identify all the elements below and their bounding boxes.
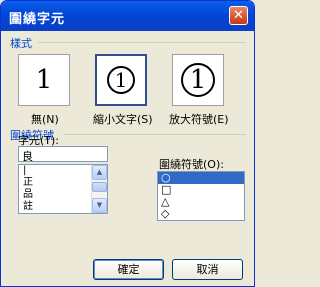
- ok-button[interactable]: 確定: [93, 259, 164, 280]
- enclosure-group-divider: [63, 134, 246, 135]
- text-list-scrollbar[interactable]: ▲ ▼: [91, 165, 107, 213]
- symbol-list-label: 圍繞符號(O):: [159, 158, 224, 171]
- style-none-preview: 1: [35, 65, 53, 95]
- style-none-option[interactable]: 1: [18, 54, 70, 106]
- scroll-thumb[interactable]: [92, 182, 107, 192]
- style-enlarge-symbol-option[interactable]: 1: [172, 54, 224, 106]
- style-shrink-text-caption[interactable]: 縮小文字(S): [93, 111, 153, 127]
- style-enlarge-symbol-caption[interactable]: 放大符號(E): [169, 111, 229, 127]
- style-group-divider: [38, 42, 246, 43]
- style-shrink-text-preview: 1: [114, 68, 128, 92]
- style-shrink-text-option[interactable]: 1: [95, 54, 147, 106]
- text-input[interactable]: 良: [18, 146, 108, 163]
- enclose-characters-dialog: 圍繞字元 ✕ 樣式 1 1 1 無(N) 縮小文字(S) 放大符號(E) 圍繞符…: [0, 0, 255, 287]
- style-enlarge-symbol-preview: 1: [189, 65, 207, 95]
- list-item[interactable]: △: [158, 196, 244, 208]
- symbol-list[interactable]: ○ □ △ ◇: [157, 171, 245, 221]
- text-list[interactable]: | 正 品 註 ▲ ▼: [18, 164, 108, 214]
- style-none-caption[interactable]: 無(N): [31, 111, 59, 127]
- dialog-title: 圍繞字元: [9, 12, 66, 27]
- style-group-label: 樣式: [10, 37, 32, 50]
- list-item[interactable]: □: [158, 184, 244, 196]
- list-item[interactable]: ◇: [158, 208, 244, 220]
- scroll-down-button[interactable]: ▼: [92, 198, 107, 213]
- title-bar[interactable]: 圍繞字元 ✕: [1, 1, 254, 31]
- close-button[interactable]: ✕: [229, 6, 248, 25]
- cancel-button[interactable]: 取消: [172, 259, 243, 280]
- scroll-up-button[interactable]: ▲: [92, 165, 107, 180]
